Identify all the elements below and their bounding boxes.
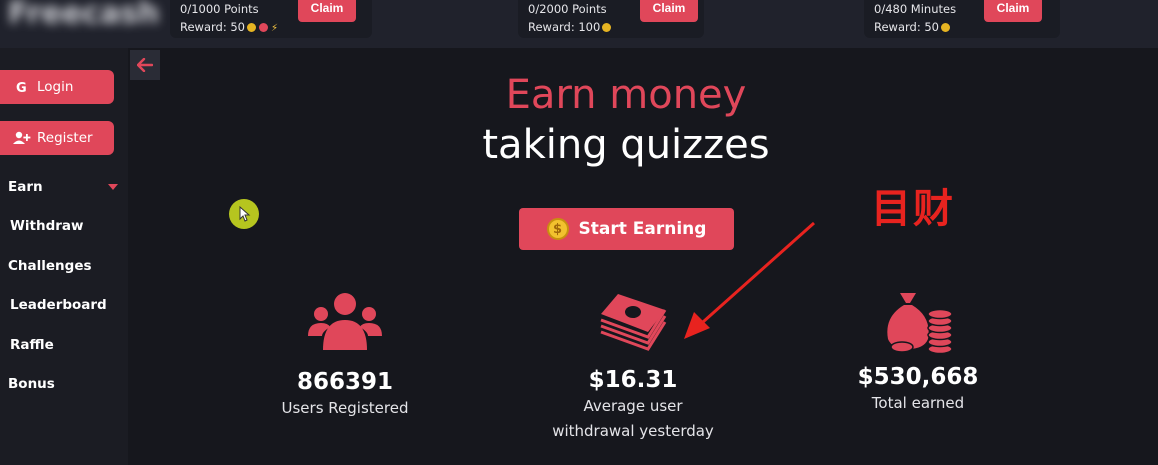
stat-value: 866391 [296, 369, 394, 395]
sidebar-item-leaderboard[interactable]: Leaderboard [10, 297, 107, 313]
coin-icon [941, 23, 950, 32]
task-reward: Reward: 50 [874, 20, 950, 34]
stat-label-line2: withdrawal yesterday [552, 422, 714, 440]
mouse-pointer-icon [239, 206, 251, 222]
claim-button[interactable]: Claim [984, 0, 1042, 22]
stat-label-line1: Average user [583, 397, 683, 415]
stat-users-registered: 866391 Users Registered [260, 290, 430, 421]
stat-value: $16.31 [588, 367, 678, 393]
stat-label: Total earned [871, 394, 965, 412]
stat-average-withdrawal: $16.31 Average user withdrawal yesterday [538, 292, 728, 444]
annotation-text: 目财 [871, 186, 955, 232]
sidebar-item-raffle[interactable]: Raffle [10, 337, 54, 353]
users-icon [308, 293, 382, 350]
stat-label: Users Registered [281, 399, 409, 417]
task-card-points-2000: 0/2000 Points Reward: 100 Claim [518, 0, 704, 38]
money-bag-icon [887, 293, 953, 355]
sidebar-item-withdraw[interactable]: Withdraw [10, 218, 84, 234]
clock-icon [259, 23, 268, 32]
task-progress: 0/2000 Points [528, 2, 607, 16]
chevron-down-icon[interactable] [108, 184, 118, 190]
task-card-minutes-480: 0/480 Minutes Reward: 50 Claim [864, 0, 1060, 38]
coin-icon [247, 23, 256, 32]
arrow-left-icon [137, 58, 153, 72]
claim-button[interactable]: Claim [298, 0, 356, 22]
coin-icon: $ [546, 218, 569, 240]
sidebar-item-earn[interactable]: Earn [8, 179, 43, 195]
stat-value: $530,668 [857, 364, 979, 390]
coin-icon [602, 23, 612, 32]
hero-title-line2: taking quizzes [482, 122, 770, 168]
site-logo[interactable]: Freecash [0, 0, 159, 34]
task-progress: 0/1000 Points [180, 2, 259, 16]
bolt-icon: ⚡ [271, 23, 279, 34]
claim-button[interactable]: Claim [640, 0, 698, 22]
money-stack-icon [600, 294, 667, 351]
task-progress: 0/480 Minutes [874, 2, 957, 16]
task-reward: Reward: 100 [528, 20, 612, 34]
stat-total-earned: $530,668 Total earned [833, 287, 1003, 416]
task-reward: Reward: 50 ⚡ [180, 20, 279, 34]
task-card-points-1000: 0/1000 Points Reward: 50 ⚡ Claim [170, 0, 372, 38]
hero-title-line1: Earn money [505, 72, 747, 118]
sidebar-item-bonus[interactable]: Bonus [8, 376, 55, 392]
sidebar-item-challenges[interactable]: Challenges [8, 258, 92, 274]
top-bar: Freecash 0/1000 Points Reward: 50 ⚡ Claim… [0, 0, 1158, 48]
